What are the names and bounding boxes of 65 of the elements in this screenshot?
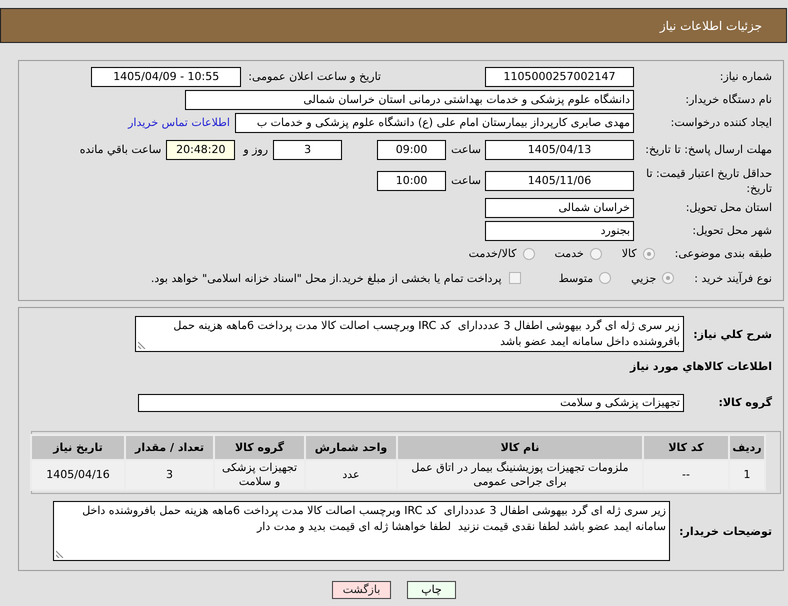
field-label: تاریخ و ساعت اعلان عمومی:: [248, 70, 381, 83]
radio-label: کالا/خدمت: [468, 247, 516, 260]
time-label: ساعت: [451, 174, 481, 187]
description-field[interactable]: زیر سری ژله ای گرد بیهوشی اطفال 3 عدددارای کد IRC وبرچسب اصالت کالا مدت پرداخت 6ماهه هزینه حمل بافروشنده داخل سامانه ایمد عضو باشد: [135, 316, 684, 352]
resize-grip-icon[interactable]: [138, 341, 146, 349]
date-field[interactable]: 1405/11/06: [485, 170, 634, 190]
table-cell: ملزومات تجهیزات پوزیشنینگ بیمار در اتاق عمل برای جراحی عمومی: [398, 461, 642, 489]
requester-field[interactable]: مهدی صابری کارپرداز بیمارستان امام علی (ع) دانشگاه علوم پزشکی و خدمات ب: [235, 112, 634, 132]
table-header-cell: واحد شمارش: [306, 436, 396, 459]
field-label: حداقل تاریخ اعتبار قیمت: تا تاریخ:: [645, 166, 772, 196]
table-header-cell: گروه کالا: [215, 436, 304, 459]
contact-link[interactable]: اطلاعات تماس خریدار: [128, 116, 230, 129]
field-label: نام دستگاه خریدار:: [684, 92, 772, 107]
table-header-cell: تاریخ نیاز: [32, 436, 124, 459]
field-label: شهر محل تحویل:: [691, 223, 772, 238]
countdown-field[interactable]: 20:48:20: [166, 140, 236, 160]
field-label: نوع فرآیند خرید :: [694, 272, 772, 284]
radio-button[interactable]: [642, 248, 655, 260]
table-header-cell: ردیف: [730, 436, 764, 459]
field-label: شرح کلي نیاز:: [692, 328, 772, 340]
table-cell: 1405/04/16: [32, 461, 124, 489]
back-button[interactable]: بازگشت: [332, 581, 391, 599]
table-cell: --: [644, 461, 728, 489]
time-field[interactable]: 10:00: [377, 170, 446, 190]
days-field[interactable]: 3: [273, 140, 342, 160]
field-label: توضیحات خریدار:: [678, 524, 772, 538]
table-header-cell: کد کالا: [644, 436, 728, 459]
city-field[interactable]: بجنورد: [485, 220, 634, 240]
radio-button[interactable]: [590, 248, 602, 260]
checkbox[interactable]: [508, 272, 521, 284]
checkbox-label: پرداخت تمام یا بخشی از مبلغ خرید.از محل "اسناد خزانه اسلامی" خواهد بود.: [150, 272, 502, 284]
radio-label: جزيي: [631, 272, 656, 284]
buyer-notes-field[interactable]: زیر سری ژله ای گرد بیهوشی اطفال 3 عدددارای کد IRC وبرچسب اصالت کالا مدت پرداخت 6ماهه هزینه حمل بافروشنده داخل سامانه ایمد عضو باشد لطفا نقدی قیمت نزنید لطفا خواهشا ژله ای قیمت بدید و مدت دار: [53, 501, 670, 561]
field-label: استان محل تحویل:: [684, 200, 772, 215]
buyer-organization-field[interactable]: دانشگاه علوم پزشکی و خدمات بهداشتی درمانی استان خراسان شمالی: [185, 90, 634, 110]
page-title: جزئیات اطلاعات نیاز: [660, 18, 762, 32]
date-field[interactable]: 1405/04/13: [485, 140, 634, 160]
table-cell: 3: [126, 461, 213, 489]
need-number-field[interactable]: 1105000257002147: [485, 66, 634, 86]
radio-label: متوسط: [558, 272, 594, 284]
days-label: روز و: [243, 143, 268, 156]
table-cell: 1: [730, 461, 764, 489]
field-label: مهلت ارسال پاسخ: تا تاریخ:: [644, 142, 772, 157]
table-header-cell: نام کالا: [398, 436, 642, 459]
province-field[interactable]: خراسان شمالی: [485, 198, 634, 218]
announcement-date-field[interactable]: 1405/04/09 - 10:55: [91, 66, 242, 86]
radio-button[interactable]: [599, 272, 612, 284]
resize-grip-icon[interactable]: [56, 550, 64, 558]
time-label: ساعت: [451, 143, 481, 156]
table-header-cell: تعداد / مقدار: [126, 436, 213, 459]
radio-label: کالا: [622, 247, 637, 260]
print-button[interactable]: چاپ: [407, 581, 456, 599]
goods-group-field[interactable]: تجهیزات پزشکی و سلامت: [138, 394, 684, 412]
radio-label: خدمت: [554, 247, 584, 260]
field-label: طبقه بندی موضوعی:: [674, 247, 772, 260]
field-label: شماره نیاز:: [718, 69, 772, 84]
field-label: گروه کالا:: [717, 396, 772, 409]
radio-button[interactable]: [522, 248, 534, 260]
table-cell: عدد: [306, 461, 396, 489]
table-cell: تجهیزات پزشکی و سلامت: [215, 461, 304, 489]
time-field[interactable]: 09:00: [377, 140, 446, 160]
radio-button[interactable]: [662, 272, 674, 284]
remaining-label: ساعت باقي مانده: [80, 143, 162, 156]
section-title: اطلاعات کالاهاي مورد نیاز: [630, 360, 772, 373]
field-label: ایجاد کننده درخواست:: [670, 115, 772, 130]
